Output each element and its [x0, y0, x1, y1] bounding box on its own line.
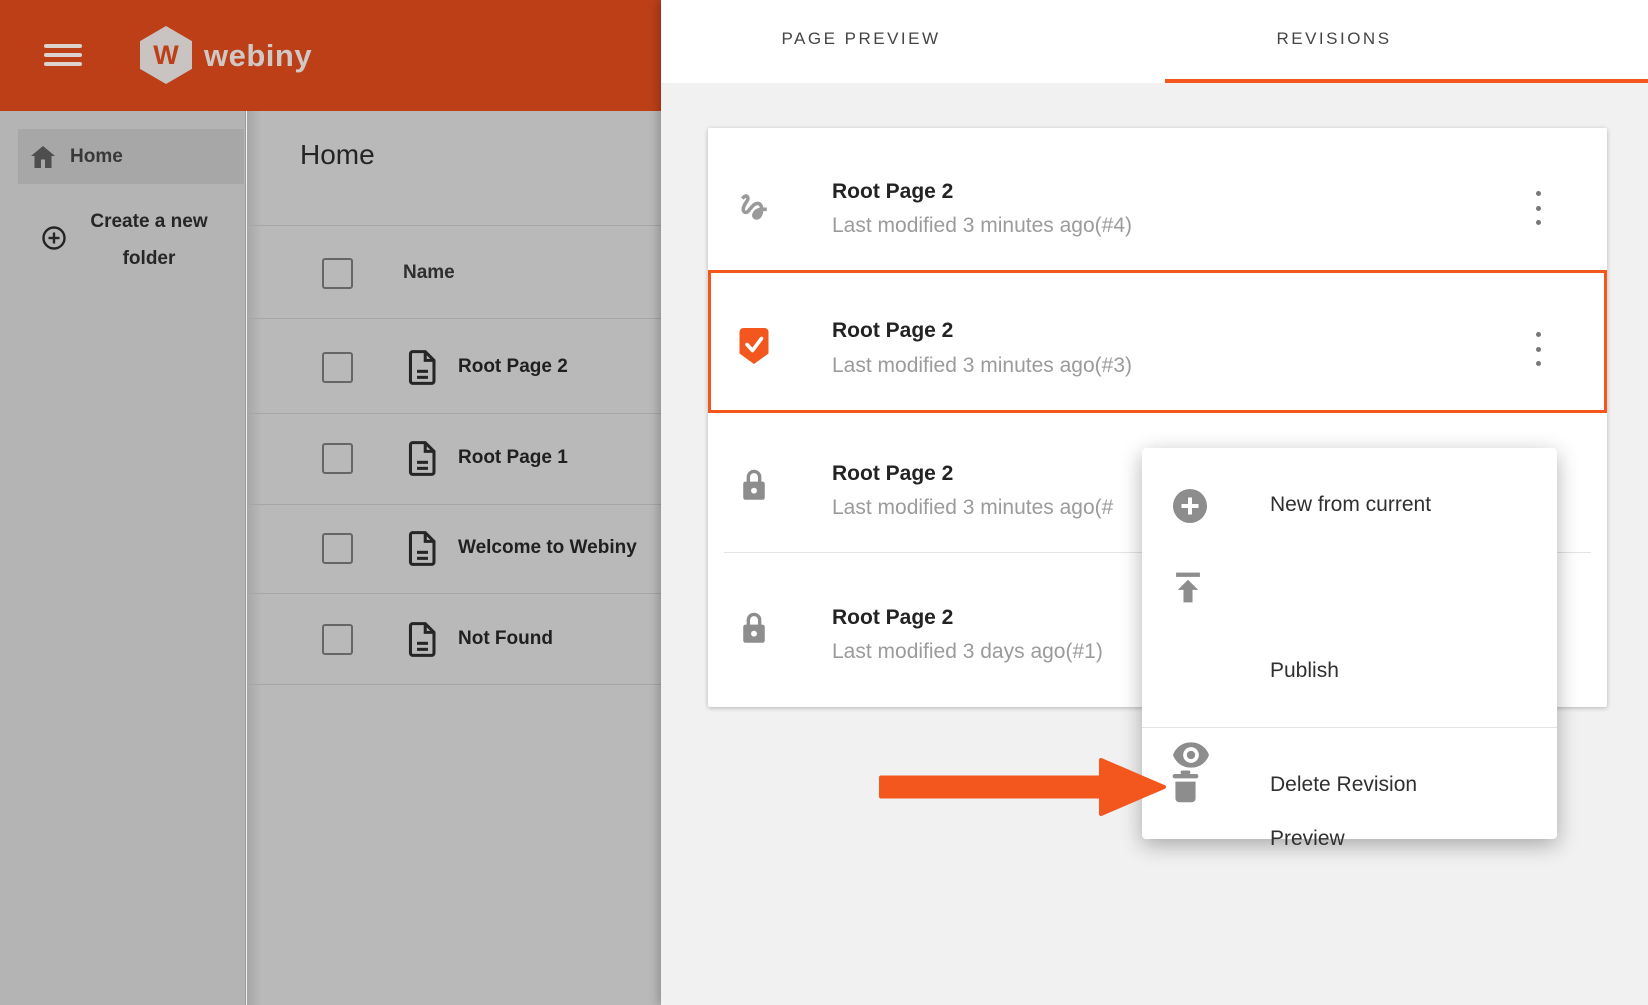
revision-title: Root Page 2 [832, 462, 953, 486]
create-folder-label-line2: folder [78, 240, 220, 277]
folders-sidebar: Home Create a new folder [0, 111, 246, 1005]
menu-divider [1142, 727, 1557, 728]
revision-subtitle: Last modified 3 minutes ago(#4) [832, 214, 1132, 238]
draft-squiggle-icon [736, 190, 772, 224]
document-icon [408, 622, 437, 657]
locked-icon [740, 611, 768, 645]
row-checkbox[interactable] [322, 624, 353, 655]
logo-letter: W [153, 40, 178, 71]
revisions-drawer: PAGE PREVIEW REVISIONS Root Page 2 Last … [661, 0, 1648, 1005]
document-icon [408, 531, 437, 566]
revision-title: Root Page 2 [832, 319, 953, 343]
document-icon [408, 350, 437, 385]
row-checkbox[interactable] [322, 352, 353, 383]
row-checkbox[interactable] [322, 443, 353, 474]
page-name: Not Found [458, 628, 553, 650]
list-title: Home [300, 139, 375, 171]
menu-item-label: Preview [1270, 827, 1345, 851]
menu-item-label: Delete Revision [1270, 773, 1417, 797]
divider [247, 318, 661, 319]
locked-icon [740, 468, 768, 502]
select-all-checkbox[interactable] [322, 258, 353, 289]
hamburger-menu-icon[interactable] [44, 44, 82, 67]
row-checkbox[interactable] [322, 533, 353, 564]
home-icon [31, 146, 55, 168]
revision-subtitle: Last modified 3 days ago(#1) [832, 640, 1103, 664]
panel-edge-shade [247, 111, 261, 1005]
sidebar-home-label: Home [70, 146, 123, 168]
divider [247, 504, 661, 505]
kebab-menu-icon[interactable] [1529, 332, 1547, 366]
create-folder-label-line1: Create a new [78, 203, 220, 240]
menu-item-label: New from current [1270, 493, 1431, 517]
divider [247, 413, 661, 414]
page-name: Root Page 2 [458, 356, 568, 378]
kebab-menu-icon[interactable] [1529, 191, 1547, 225]
page-name: Welcome to Webiny [458, 537, 637, 559]
trash-icon [1172, 770, 1199, 803]
active-tab-indicator [1165, 79, 1648, 83]
divider [247, 225, 661, 226]
published-shield-check-icon [738, 327, 770, 364]
menu-item-new-from-current[interactable]: New from current [1142, 474, 1557, 536]
sidebar-item-home[interactable]: Home [18, 129, 244, 184]
menu-item-publish[interactable]: Publish [1142, 557, 1557, 619]
plus-circle-icon [1172, 488, 1208, 524]
drawer-tab-bar: PAGE PREVIEW REVISIONS [661, 0, 1648, 83]
tab-revisions[interactable]: REVISIONS [1194, 29, 1474, 49]
webiny-wordmark: webiny [204, 38, 312, 74]
name-column-header[interactable]: Name [403, 262, 455, 284]
plus-circle-outline-icon[interactable] [42, 226, 66, 250]
create-folder-button[interactable]: Create a new folder [78, 203, 220, 277]
revision-subtitle: Last modified 3 minutes ago(# [832, 496, 1113, 520]
menu-item-delete-revision[interactable]: Delete Revision [1142, 756, 1557, 818]
webiny-logo-icon: W [140, 26, 192, 84]
divider [247, 593, 661, 594]
app-root: W webiny Home Create a new folder Home N… [0, 0, 1648, 1005]
annotation-arrow-icon [877, 757, 1167, 817]
menu-item-preview[interactable]: Preview [1142, 641, 1557, 703]
revision-subtitle: Last modified 3 minutes ago(#3) [832, 354, 1132, 378]
revision-title: Root Page 2 [832, 180, 953, 204]
tab-page-preview[interactable]: PAGE PREVIEW [721, 29, 1001, 49]
publish-icon [1172, 572, 1204, 603]
divider [247, 684, 661, 685]
revision-title: Root Page 2 [832, 606, 953, 630]
revision-context-menu: New from current Publish Preview [1142, 448, 1557, 839]
page-name: Root Page 1 [458, 447, 568, 469]
page-list-panel: Home Name Root Page 2 [247, 111, 661, 1005]
document-icon [408, 441, 437, 476]
